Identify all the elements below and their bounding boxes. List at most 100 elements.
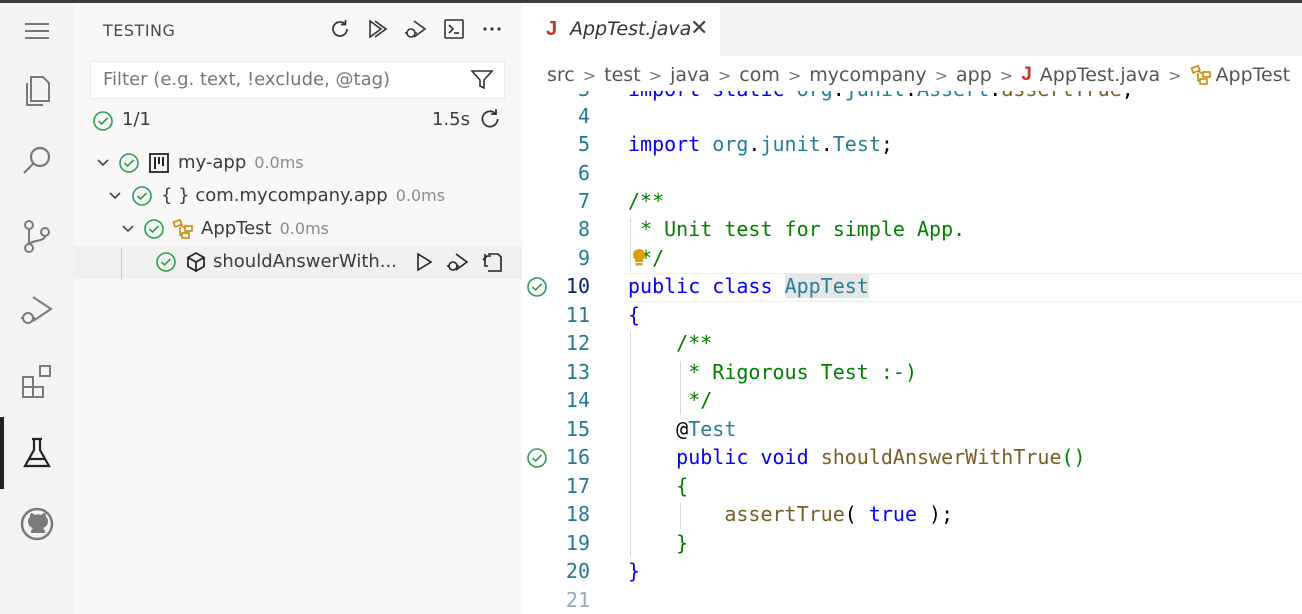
testing-button[interactable]	[0, 425, 74, 481]
tree-item-label: my-app 0.0ms	[178, 152, 304, 173]
run-test-button[interactable]	[412, 250, 436, 274]
lightbulb-icon[interactable]	[630, 248, 648, 268]
code-text: * Rigorous Test :-)	[628, 360, 917, 384]
indent-guide	[630, 331, 631, 557]
chevron-right-icon: >	[787, 65, 802, 85]
show-output-button[interactable]	[442, 17, 466, 41]
tree-item-my-app[interactable]: my-app 0.0ms	[74, 147, 522, 180]
debug-test-button[interactable]	[446, 250, 470, 274]
passed-count: 1/1	[122, 109, 151, 130]
chevron-right-icon: >	[934, 65, 949, 85]
run-debug-button[interactable]	[0, 281, 74, 337]
menu-button[interactable]	[0, 3, 74, 59]
code-line: 6	[577, 161, 590, 185]
refresh-tests-button[interactable]	[328, 17, 352, 41]
terminal-icon	[444, 19, 464, 39]
tab-label: AppTest.java	[570, 18, 692, 40]
code-line: 16 public void shouldAnswerWithTrue()	[522, 444, 1302, 473]
indent-guide	[121, 248, 122, 280]
search-icon	[23, 146, 51, 174]
code-line: 11 {	[565, 303, 641, 327]
github-icon	[20, 507, 54, 541]
code-line: 18 assertTrue( true );	[565, 502, 954, 526]
tree-item-apptest[interactable]: AppTest 0.0ms	[74, 213, 522, 246]
run-icon	[417, 252, 433, 272]
code-editor[interactable]: 3 import static org.junit.Assert.assertT…	[522, 91, 1302, 614]
breadcrumb-item[interactable]: mycompany	[809, 64, 926, 86]
testing-sidebar: TESTING 1/1 1.5s	[74, 3, 522, 614]
code-line: 21	[565, 588, 590, 612]
extensions-button[interactable]	[0, 353, 74, 409]
tree-item-label: AppTest 0.0ms	[201, 218, 329, 239]
debug-all-tests-button[interactable]	[404, 17, 428, 41]
chevron-down-icon[interactable]	[104, 185, 126, 207]
code-line: 9 */	[577, 246, 665, 270]
test-filter	[90, 61, 505, 99]
editor-area: J AppTest.java ✕ src > test > java > com…	[522, 3, 1302, 614]
search-button[interactable]	[0, 133, 74, 189]
tab-apptest-java[interactable]: J AppTest.java ✕	[522, 3, 720, 56]
total-duration: 1.5s	[431, 109, 470, 130]
code-text: {	[628, 474, 689, 498]
code-line: 12 /**	[565, 331, 713, 355]
code-text: assertTrue( true );	[724, 502, 954, 526]
run-all-tests-button[interactable]	[366, 17, 390, 41]
java-file-icon: J	[1021, 64, 1032, 85]
breadcrumb-item[interactable]: com	[739, 64, 780, 86]
chevron-down-icon[interactable]	[117, 218, 139, 240]
class-icon	[1190, 64, 1211, 85]
explorer-button[interactable]	[0, 63, 74, 119]
pass-icon	[118, 152, 140, 174]
code-text: }	[628, 559, 641, 583]
chevron-right-icon: >	[582, 65, 597, 85]
pass-icon	[143, 218, 165, 240]
github-button[interactable]	[0, 496, 74, 552]
source-control-icon	[24, 220, 50, 253]
debug-all-icon	[405, 20, 427, 38]
code-line: 20 }	[565, 559, 641, 583]
code-line: 19 }	[565, 531, 689, 555]
breadcrumb-item[interactable]: java	[670, 64, 710, 86]
row-actions	[412, 250, 504, 274]
code-text: /**	[628, 331, 713, 355]
run-debug-icon	[21, 296, 53, 324]
refresh-icon	[332, 20, 348, 37]
go-to-test-button[interactable]	[480, 250, 504, 274]
indent-guide	[680, 361, 681, 415]
code-text: @Test	[628, 417, 737, 441]
tree-item-test-method[interactable]: shouldAnswerWith...	[74, 246, 522, 279]
rerun-button[interactable]	[478, 107, 502, 136]
breadcrumb-item[interactable]: app	[956, 64, 992, 86]
breadcrumb-item[interactable]: AppTest	[1216, 64, 1291, 86]
breadcrumb-item[interactable]: test	[604, 64, 641, 86]
source-control-button[interactable]	[0, 208, 74, 264]
method-icon	[185, 251, 207, 273]
go-to-file-icon	[482, 253, 502, 272]
breadcrumb-item[interactable]: AppTest.java	[1040, 64, 1160, 86]
project-icon	[148, 152, 170, 174]
activity-bar	[0, 3, 74, 614]
tree-item-package[interactable]: { } com.mycompany.app 0.0ms	[74, 180, 522, 213]
extensions-icon	[22, 365, 51, 398]
filter-input[interactable]	[101, 68, 465, 91]
debug-icon	[447, 253, 469, 271]
tree-item-label: { } com.mycompany.app 0.0ms	[161, 185, 446, 206]
close-icon[interactable]: ✕	[690, 16, 708, 41]
tree-item-label: shouldAnswerWith...	[213, 251, 397, 272]
class-icon	[172, 218, 194, 240]
chevron-down-icon[interactable]	[92, 152, 114, 174]
code-line: 13 * Rigorous Test :-)	[565, 360, 917, 384]
explorer-icon	[26, 76, 50, 106]
test-summary: 1/1 1.5s	[92, 107, 502, 135]
filter-button[interactable]	[470, 69, 494, 95]
run-all-icon	[369, 19, 388, 39]
more-icon	[483, 27, 501, 31]
more-actions-button[interactable]	[480, 17, 504, 41]
code-text: public class AppTest	[628, 274, 869, 298]
code-text: import static org.junit.Assert.assertTru…	[628, 91, 1134, 101]
code-text: * Unit test for simple App.	[628, 217, 966, 241]
breadcrumb-item[interactable]: src	[547, 64, 575, 86]
code-line: 7 /**	[577, 189, 665, 213]
java-file-icon: J	[546, 18, 558, 40]
sidebar-title: TESTING	[103, 21, 176, 40]
